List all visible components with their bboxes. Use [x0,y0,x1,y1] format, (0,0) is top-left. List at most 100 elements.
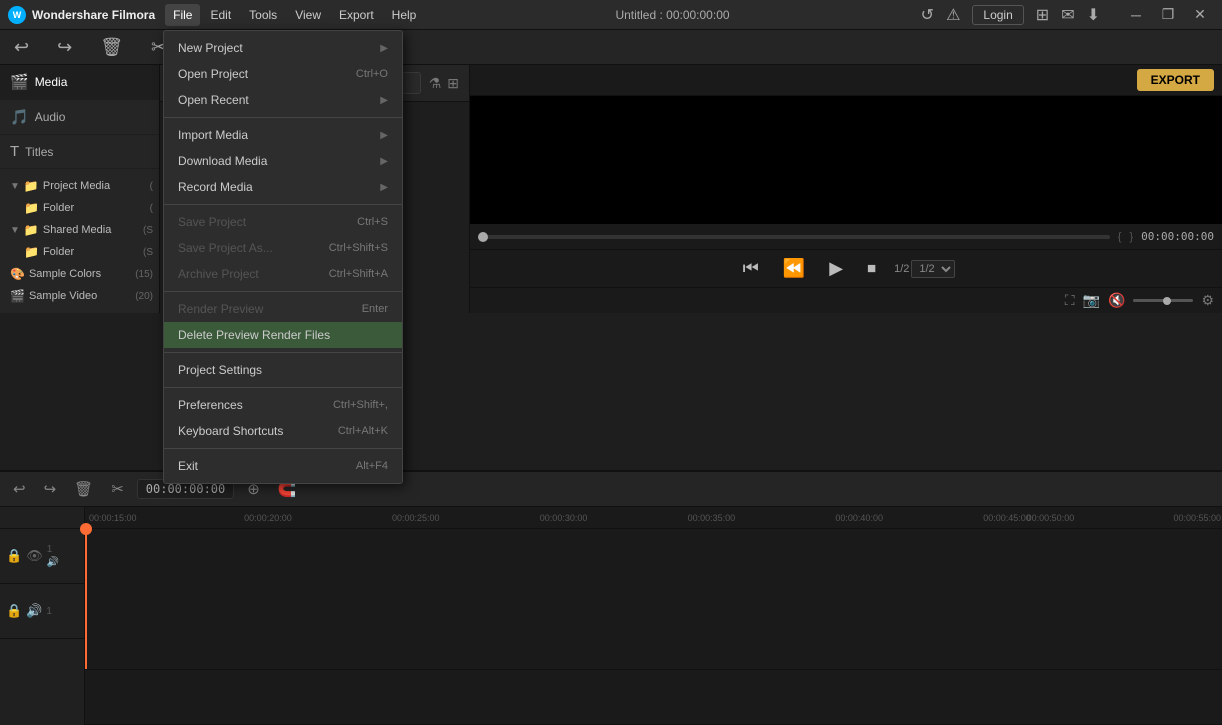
audio-track-icon[interactable]: 🔊 [47,557,59,568]
menu-download-media[interactable]: Download Media ▶ [164,148,402,174]
tree-folder-2[interactable]: 📁 Folder (S [0,241,159,263]
mute-icon[interactable]: 🔇 [1108,292,1125,309]
page-number: 1/2 [894,263,909,275]
menu-open-project[interactable]: Open Project Ctrl+O [164,61,402,87]
sidebar-tab-media[interactable]: 🎬 Media [0,65,159,100]
menu-archive-project[interactable]: Archive Project Ctrl+Shift+A [164,261,402,287]
audio-tab-icon: 🎵 [10,108,29,126]
grid-icon[interactable]: ⊞ [1036,5,1049,25]
menu-section-7: Exit Alt+F4 [164,449,402,483]
preferences-label: Preferences [178,398,243,412]
arrow-icon-2: ▼ [10,225,20,236]
sidebar-tab-audio[interactable]: 🎵 Audio [0,100,159,135]
stop-button[interactable]: ⏹ [861,256,882,281]
menu-project-settings[interactable]: Project Settings [164,357,402,383]
lock-icon-2[interactable]: 🔒 [6,603,22,619]
menu-open-recent[interactable]: Open Recent ▶ [164,87,402,113]
mail-icon[interactable]: ✉ [1061,5,1074,25]
eye-icon[interactable]: 👁 [26,548,43,564]
menu-section-4: Render Preview Enter Delete Preview Rend… [164,292,402,353]
render-preview-label: Render Preview [178,302,263,316]
timeline-undo[interactable]: ↩ [8,477,31,501]
timeline-body: 🔒 👁 1 🔊 🔒 🔊 1 00:00:15:00 00:0 [0,507,1222,725]
save-project-as-shortcut: Ctrl+Shift+S [329,242,388,254]
menu-section-6: Preferences Ctrl+Shift+, Keyboard Shortc… [164,388,402,449]
warning-icon[interactable]: ⚠ [946,5,960,25]
sample-colors-icon: 🎨 [10,267,25,281]
grid-view-icon[interactable]: ⊞ [447,75,459,92]
app-logo: W Wondershare Filmora [8,6,155,24]
lock-icon[interactable]: 🔒 [6,548,22,564]
export-button[interactable]: EXPORT [1137,69,1214,91]
playback-controls: ⏮ ⏪ ▶ ⏹ 1/2 1/2 [470,249,1222,287]
menu-keyboard-shortcuts[interactable]: Keyboard Shortcuts Ctrl+Alt+K [164,418,402,444]
timeline-redo[interactable]: ↪ [39,477,62,501]
tree-sample-video[interactable]: 🎬 Sample Video (20) [0,285,159,307]
download-icon[interactable]: ⬇ [1087,5,1100,25]
menu-import-media[interactable]: Import Media ▶ [164,122,402,148]
menu-exit[interactable]: Exit Alt+F4 [164,453,402,479]
titlebar-actions: ↺ ⚠ Login ⊞ ✉ ⬇ ─ ❐ ✕ [921,5,1214,25]
shared-folder-icon: 📁 [24,223,39,237]
menu-delete-preview[interactable]: Delete Preview Render Files [164,322,402,348]
tree-folder-1[interactable]: 📁 Folder ( [0,197,159,219]
menu-preferences[interactable]: Preferences Ctrl+Shift+, [164,392,402,418]
save-project-as-label: Save Project As... [178,241,273,255]
menu-tools[interactable]: Tools [241,4,285,26]
open-project-label: Open Project [178,67,248,81]
menu-record-media[interactable]: Record Media ▶ [164,174,402,200]
timeline-ruler-area: 00:00:15:00 00:00:20:00 00:00:25:00 00:0… [85,507,1222,725]
menu-help[interactable]: Help [384,4,425,26]
delete-button[interactable]: 🗑 [94,34,129,61]
archive-project-shortcut: Ctrl+Shift+A [329,268,388,280]
menu-export[interactable]: Export [331,4,382,26]
refresh-icon[interactable]: ↺ [921,5,934,25]
menu-file[interactable]: File [165,4,200,26]
menu-save-project-as[interactable]: Save Project As... Ctrl+Shift+S [164,235,402,261]
menu-save-project[interactable]: Save Project Ctrl+S [164,209,402,235]
timeline-delete[interactable]: 🗑 [69,477,98,501]
render-preview-shortcut: Enter [362,303,388,315]
media-tab-label: Media [35,75,68,89]
delete-preview-label: Delete Preview Render Files [178,328,330,342]
folder-icon: 📁 [24,179,39,193]
play-button[interactable]: ▶ [823,256,849,281]
login-button[interactable]: Login [972,5,1023,25]
volume-icon[interactable]: 🔊 [26,603,42,619]
menu-new-project[interactable]: New Project ▶ [164,35,402,61]
undo-button[interactable]: ↩ [8,34,35,61]
tree-shared-media[interactable]: ▼ 📁 Shared Media (S [0,219,159,241]
minimize-button[interactable]: ─ [1122,5,1150,25]
redo-button[interactable]: ↪ [51,34,78,61]
menu-render-preview[interactable]: Render Preview Enter [164,296,402,322]
camera-icon[interactable]: 📷 [1083,292,1100,309]
frame-back-button[interactable]: ⏪ [777,256,811,281]
fullscreen-icon[interactable]: ⛶ [1065,292,1075,309]
new-project-arrow: ▶ [380,43,388,54]
filter-icon[interactable]: ⚗ [429,75,442,92]
maximize-button[interactable]: ❐ [1154,5,1182,25]
timeline-video-track [85,529,1222,670]
playback-progress-bar[interactable] [478,235,1110,239]
sample-video-icon: 🎬 [10,289,25,303]
sidebar-tab-titles[interactable]: T Titles [0,135,159,169]
app-name: Wondershare Filmora [32,8,155,22]
menu-view[interactable]: View [287,4,329,26]
step-back-button[interactable]: ⏮ [737,256,765,281]
settings-icon[interactable]: ⚙ [1201,292,1214,309]
tree-sample-colors[interactable]: 🎨 Sample Colors (15) [0,263,159,285]
subfolder-icon: 📁 [24,201,39,215]
tree-project-media[interactable]: ▼ 📁 Project Media ( [0,175,159,197]
menu-edit[interactable]: Edit [202,4,239,26]
arrow-icon: ▼ [10,181,20,192]
subfolder-icon-2: 📁 [24,245,39,259]
timeline-cut[interactable]: ✂ [106,477,129,501]
page-select[interactable]: 1/2 [911,260,955,278]
volume-thumb [1163,297,1171,305]
window-title: Untitled : 00:00:00:00 [424,8,920,22]
close-button[interactable]: ✕ [1186,5,1214,25]
volume-slider[interactable] [1133,299,1193,302]
progress-thumb [478,232,488,242]
file-dropdown-menu: New Project ▶ Open Project Ctrl+O Open R… [163,30,403,484]
preview-tools-bar: ⛶ 📷 🔇 ⚙ [470,287,1222,313]
